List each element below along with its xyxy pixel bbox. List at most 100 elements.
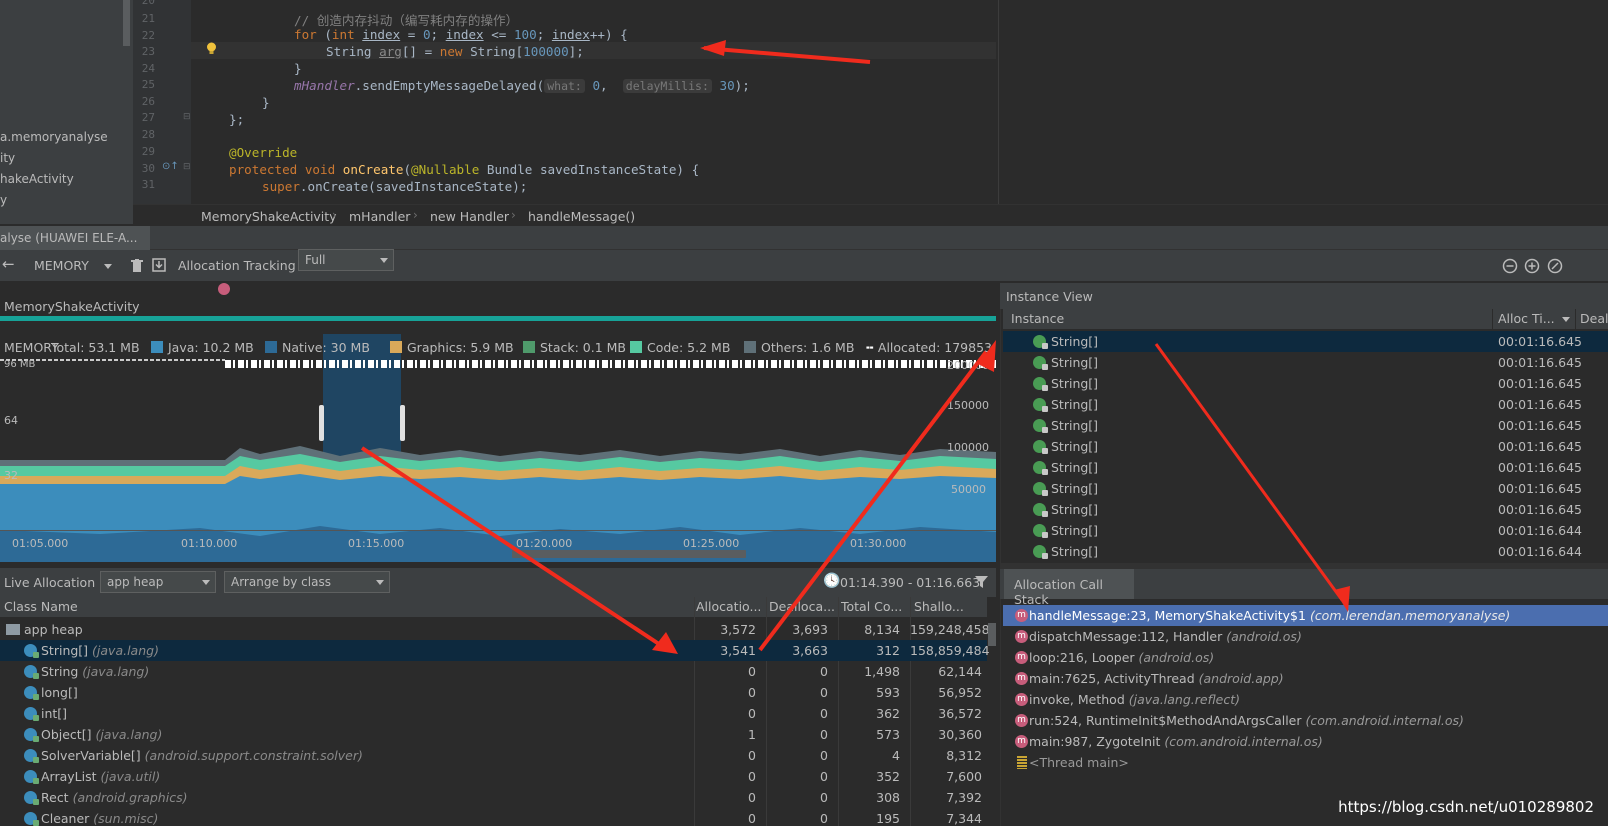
trash-icon[interactable] bbox=[131, 259, 143, 272]
range-handle-right[interactable] bbox=[400, 405, 405, 441]
class-name: Object[] bbox=[41, 727, 92, 742]
column-header-instance[interactable]: Instance bbox=[1011, 311, 1064, 326]
project-tree-scrollbar[interactable] bbox=[123, 0, 130, 46]
breadcrumb-item[interactable]: MemoryShakeActivity bbox=[201, 209, 337, 224]
heap-dump-icon[interactable] bbox=[152, 258, 166, 272]
memory-chart[interactable] bbox=[0, 330, 996, 562]
zoom-in-icon[interactable] bbox=[1524, 258, 1540, 274]
breadcrumb-item[interactable]: new Handler bbox=[430, 209, 509, 224]
column-header-allocations[interactable]: Allocatio... bbox=[696, 599, 762, 614]
y-axis-label: 96 MB bbox=[4, 359, 36, 370]
instance-name: String[] bbox=[1051, 397, 1099, 412]
tab-profiler-session[interactable]: alyse (HUAWEI ELE-A... bbox=[0, 226, 150, 250]
heap-select-value: app heap bbox=[107, 575, 164, 589]
table-row[interactable]: Rect (android.graphics) 0 0 308 7,392 bbox=[0, 787, 987, 808]
reset-zoom-icon[interactable] bbox=[1547, 258, 1563, 274]
code-token: ); bbox=[734, 78, 750, 93]
thread-frame[interactable]: <Thread main> bbox=[1003, 752, 1608, 773]
class-name-cell: String[] (java.lang) bbox=[24, 643, 159, 658]
allocation-tracking-select[interactable]: Full bbox=[298, 249, 394, 271]
instance-name: String[] bbox=[1051, 376, 1099, 391]
instance-row[interactable]: String[] 00:01:16.644 bbox=[1003, 520, 1608, 541]
alloc-time: 00:01:16.644 bbox=[1498, 544, 1582, 559]
table-row[interactable]: long[] 0 0 593 56,952 bbox=[0, 682, 987, 703]
class-name: ArrayList bbox=[41, 769, 97, 784]
instance-row[interactable]: String[] 00:01:16.645 bbox=[1003, 478, 1608, 499]
instance-row[interactable]: String[] 00:01:16.645 bbox=[1003, 373, 1608, 394]
arrange-select[interactable]: Arrange by class bbox=[224, 571, 390, 593]
memory-legend: MEMORY Total: 53.1 MB Java: 10.2 MB Nati… bbox=[0, 340, 996, 358]
instance-row[interactable]: String[] 00:01:16.644 bbox=[1003, 541, 1608, 561]
range-handle-left[interactable] bbox=[319, 405, 324, 441]
table-row[interactable]: app heap 3,572 3,693 8,134 159,248,458 bbox=[0, 619, 990, 640]
project-tree-item[interactable]: ity bbox=[0, 151, 15, 165]
stack-frame[interactable]: m main:987, ZygoteInit (com.android.inter… bbox=[1003, 731, 1608, 752]
stack-frame[interactable]: m dispatchMessage:112, Handler (android.o… bbox=[1003, 626, 1608, 647]
event-marker[interactable] bbox=[218, 283, 230, 295]
total-count: 4 bbox=[892, 748, 900, 763]
fold-icon[interactable]: ⊟ bbox=[183, 112, 191, 122]
stack-frame[interactable]: m main:7625, ActivityThread (android.app) bbox=[1003, 668, 1608, 689]
instance-row[interactable]: String[] 00:01:16.645 bbox=[1003, 499, 1608, 520]
table-row[interactable]: String[] (java.lang) 3,541 3,663 312 158… bbox=[0, 640, 990, 661]
code-token: [] = bbox=[401, 44, 440, 59]
table-row[interactable]: int[] 0 0 362 36,572 bbox=[0, 703, 987, 724]
sort-desc-icon[interactable] bbox=[1562, 317, 1570, 322]
column-header-deallocations[interactable]: Dealloca... bbox=[769, 599, 835, 614]
breadcrumb-separator: › bbox=[511, 208, 516, 222]
table-row[interactable]: ArrayList (java.util) 0 0 352 7,600 bbox=[0, 766, 987, 787]
class-name-cell: Rect (android.graphics) bbox=[24, 790, 187, 805]
class-icon bbox=[24, 770, 39, 784]
legend-code-text: Code: 5.2 MB bbox=[647, 340, 731, 355]
table-row[interactable]: Cleaner (sun.misc) 0 0 195 7,344 bbox=[0, 808, 987, 826]
project-tree-item[interactable]: a.memoryanalyse bbox=[0, 130, 108, 144]
monitor-select[interactable]: MEMORY bbox=[34, 258, 89, 273]
shallow-size: 62,144 bbox=[938, 664, 982, 679]
instance-row[interactable]: String[] 00:01:16.645 bbox=[1003, 394, 1608, 415]
instance-row[interactable]: String[] 00:01:16.645 bbox=[1003, 457, 1608, 478]
column-header-class-name[interactable]: Class Name bbox=[4, 599, 684, 614]
class-table-scrollbar[interactable] bbox=[988, 623, 996, 646]
fold-icon[interactable]: ⊟ bbox=[183, 162, 191, 172]
chevron-down-icon[interactable] bbox=[104, 264, 112, 269]
instance-name: String[] bbox=[1051, 481, 1099, 496]
instance-row[interactable]: String[] 00:01:16.645 bbox=[1003, 331, 1608, 352]
instance-row[interactable]: String[] 00:01:16.645 bbox=[1003, 415, 1608, 436]
table-row[interactable]: Object[] (java.lang) 1 0 573 30,360 bbox=[0, 724, 987, 745]
instance-row[interactable]: String[] 00:01:16.645 bbox=[1003, 436, 1608, 457]
shallow-size: 7,344 bbox=[946, 811, 982, 826]
class-name-cell: SolverVariable[] (android.support.constr… bbox=[24, 748, 363, 763]
back-arrow-icon[interactable]: ← bbox=[2, 255, 15, 273]
column-header-shallow-size[interactable]: Shallo... bbox=[914, 599, 984, 614]
instance-name: String[] bbox=[1051, 334, 1099, 349]
stack-frame[interactable]: m handleMessage:23, MemoryShakeActivity$1… bbox=[1003, 605, 1608, 626]
breadcrumb-item[interactable]: mHandler bbox=[349, 209, 410, 224]
project-tree-item[interactable]: y bbox=[0, 193, 7, 207]
instance-row[interactable]: String[] 00:01:16.645 bbox=[1003, 352, 1608, 373]
class-name: String[] bbox=[41, 643, 89, 658]
project-tree-item[interactable]: hakeActivity bbox=[0, 172, 74, 186]
line-number: 22 bbox=[141, 29, 155, 42]
stack-frame[interactable]: m invoke, Method (java.lang.reflect) bbox=[1003, 689, 1608, 710]
column-header-alloc-time[interactable]: Alloc Ti... bbox=[1498, 311, 1555, 326]
tab-allocation-call-stack[interactable]: Allocation Call Stack bbox=[1004, 569, 1134, 607]
legend-java: Java: 10.2 MB bbox=[151, 340, 254, 355]
code-number: 0 bbox=[592, 78, 601, 93]
class-name-cell: app heap bbox=[6, 622, 83, 637]
breadcrumb-item[interactable]: handleMessage() bbox=[528, 209, 635, 224]
column-header-total-count[interactable]: Total Co... bbox=[841, 599, 907, 614]
stack-frame[interactable]: m run:524, RuntimeInit$MethodAndArgsCalle… bbox=[1003, 710, 1608, 731]
code-token: .onCreate(savedInstanceState); bbox=[299, 179, 528, 194]
lightbulb-icon[interactable] bbox=[206, 42, 217, 55]
instance-name: String[] bbox=[1051, 460, 1099, 475]
table-row[interactable]: String (java.lang) 0 0 1,498 62,144 bbox=[0, 661, 987, 682]
stack-frame[interactable]: m loop:216, Looper (android.os) bbox=[1003, 647, 1608, 668]
filter-icon[interactable] bbox=[975, 576, 988, 589]
timeline-scrollbar[interactable] bbox=[512, 550, 746, 558]
y-axis-right-label: 100000 bbox=[947, 441, 989, 454]
heap-select[interactable]: app heap bbox=[100, 571, 216, 593]
override-gutter-icon[interactable]: ⊙↑ bbox=[162, 161, 179, 172]
table-row[interactable]: SolverVariable[] (android.support.constr… bbox=[0, 745, 987, 766]
zoom-out-icon[interactable] bbox=[1502, 258, 1518, 274]
column-header-dealloc-time[interactable]: Deall bbox=[1580, 311, 1608, 326]
